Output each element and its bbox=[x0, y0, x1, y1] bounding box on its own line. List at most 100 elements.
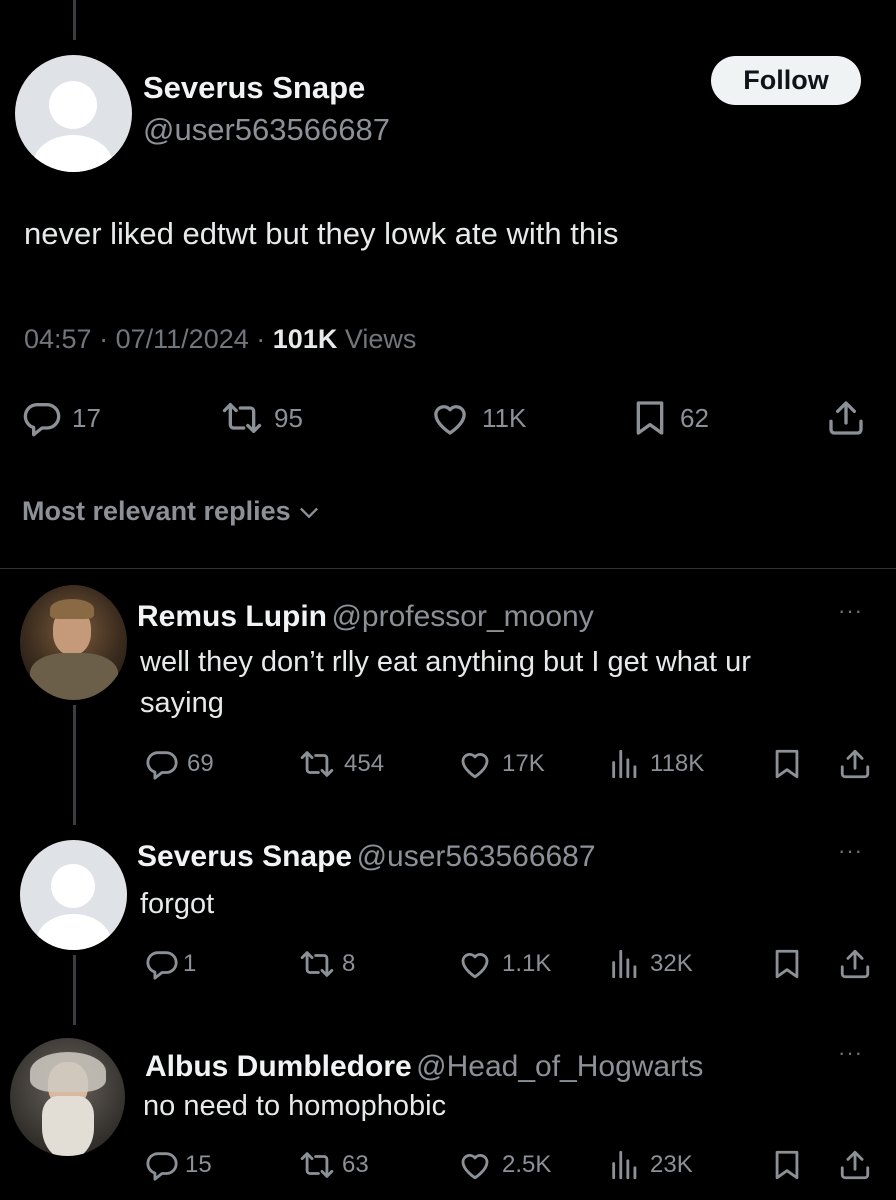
share-upload-icon bbox=[826, 398, 866, 438]
reply-bubble-icon bbox=[145, 1148, 179, 1182]
hair-shape bbox=[30, 1052, 106, 1092]
reply-header: Remus Lupin @professor_moony bbox=[137, 600, 594, 634]
like-button[interactable]: 2.5K bbox=[456, 1148, 551, 1182]
repost-count: 8 bbox=[342, 950, 356, 977]
reply-author-handle[interactable]: @professor_moony bbox=[331, 600, 593, 633]
avatar[interactable] bbox=[20, 840, 127, 950]
tweet-meta: 04:57 · 07/11/2024 · 101K Views bbox=[24, 324, 416, 355]
reply-button[interactable]: 17 bbox=[22, 398, 101, 438]
heart-icon bbox=[456, 747, 494, 781]
views-count: 32K bbox=[650, 950, 693, 977]
avatar[interactable] bbox=[20, 585, 127, 700]
views-bar-chart-icon bbox=[608, 1148, 642, 1182]
thread-line bbox=[73, 705, 76, 825]
replies-sort-dropdown[interactable]: Most relevant replies bbox=[22, 496, 323, 527]
replies-sort-label: Most relevant replies bbox=[22, 496, 291, 526]
views-count: 23K bbox=[650, 1151, 693, 1178]
follow-button[interactable]: Follow bbox=[711, 56, 861, 105]
views-bar-chart-icon bbox=[608, 747, 642, 781]
jacket-shape bbox=[30, 653, 118, 700]
bookmark-icon bbox=[770, 1148, 804, 1182]
reply-author-name[interactable]: Albus Dumbledore bbox=[145, 1050, 412, 1083]
reply-text: no need to homophobic bbox=[143, 1090, 447, 1122]
reply-text-line: well they don’t rlly eat anything but I … bbox=[140, 646, 751, 678]
author-handle[interactable]: @user563566687 bbox=[143, 112, 390, 148]
repost-button[interactable]: 95 bbox=[220, 398, 303, 438]
like-count: 2.5K bbox=[502, 1151, 552, 1178]
tweet-time[interactable]: 04:57 bbox=[24, 324, 92, 354]
like-count: 11K bbox=[482, 402, 527, 433]
reply-count: 1 bbox=[183, 950, 197, 977]
share-button[interactable] bbox=[838, 1148, 872, 1182]
reply-button[interactable]: 69 bbox=[145, 747, 214, 781]
avatar[interactable] bbox=[15, 55, 132, 172]
bookmark-button[interactable] bbox=[770, 747, 804, 781]
heart-icon bbox=[428, 398, 472, 438]
share-upload-icon bbox=[838, 947, 872, 981]
like-button[interactable]: 1.1K bbox=[456, 947, 551, 981]
divider bbox=[0, 568, 896, 569]
views-button[interactable]: 23K bbox=[608, 1148, 693, 1182]
repost-arrows-icon bbox=[298, 947, 336, 981]
reply-header: Albus Dumbledore @Head_of_Hogwarts bbox=[145, 1050, 703, 1084]
reply-text: well they don’t rlly eat anything but I … bbox=[140, 642, 751, 724]
share-button[interactable] bbox=[826, 398, 866, 438]
more-options-icon[interactable]: ··· bbox=[838, 838, 863, 864]
meta-separator: · bbox=[99, 324, 109, 354]
reply-author-handle[interactable]: @user563566687 bbox=[357, 840, 596, 873]
reply-text: forgot bbox=[140, 888, 215, 920]
like-count: 17K bbox=[502, 750, 545, 777]
views-bar-chart-icon bbox=[608, 947, 642, 981]
share-upload-icon bbox=[838, 747, 872, 781]
bookmark-count: 62 bbox=[680, 402, 709, 433]
author-name[interactable]: Severus Snape bbox=[143, 70, 365, 106]
thread-line-top bbox=[73, 0, 76, 40]
reply-bubble-icon bbox=[145, 947, 179, 981]
repost-arrows-icon bbox=[298, 1148, 336, 1182]
more-options-icon[interactable]: ··· bbox=[838, 1040, 863, 1066]
views-button[interactable]: 32K bbox=[608, 947, 693, 981]
avatar-head-shape bbox=[49, 81, 97, 129]
reply-bubble-icon bbox=[145, 747, 179, 781]
reply-button[interactable]: 1 bbox=[145, 947, 196, 981]
avatar[interactable] bbox=[10, 1038, 125, 1156]
reply-header: Severus Snape @user563566687 bbox=[137, 840, 596, 874]
bookmark-button[interactable] bbox=[770, 947, 804, 981]
meta-separator: · bbox=[256, 324, 266, 354]
repost-count: 63 bbox=[342, 1151, 369, 1178]
repost-button[interactable]: 63 bbox=[298, 1148, 369, 1182]
share-button[interactable] bbox=[838, 747, 872, 781]
more-options-icon[interactable]: ··· bbox=[838, 598, 863, 624]
like-button[interactable]: 11K bbox=[428, 398, 526, 438]
share-button[interactable] bbox=[838, 947, 872, 981]
avatar-body-shape bbox=[36, 914, 111, 950]
repost-button[interactable]: 8 bbox=[298, 947, 355, 981]
like-count: 1.1K bbox=[502, 950, 552, 977]
heart-icon bbox=[456, 947, 494, 981]
heart-icon bbox=[456, 1148, 494, 1182]
reply-author-handle[interactable]: @Head_of_Hogwarts bbox=[416, 1050, 703, 1083]
repost-button[interactable]: 454 bbox=[298, 747, 384, 781]
views-count[interactable]: 101K bbox=[273, 324, 338, 354]
views-button[interactable]: 118K bbox=[608, 747, 704, 781]
reply-button[interactable]: 15 bbox=[145, 1148, 212, 1182]
reply-author-name[interactable]: Remus Lupin bbox=[137, 600, 327, 633]
chevron-down-icon bbox=[299, 507, 318, 518]
beard-shape bbox=[42, 1096, 94, 1156]
views-count: 118K bbox=[650, 750, 705, 777]
repost-arrows-icon bbox=[298, 747, 336, 781]
reply-author-name[interactable]: Severus Snape bbox=[137, 840, 352, 873]
reply-count: 15 bbox=[185, 1151, 212, 1178]
share-upload-icon bbox=[838, 1148, 872, 1182]
hair-shape bbox=[50, 599, 94, 619]
bookmark-button[interactable]: 62 bbox=[630, 398, 709, 438]
reply-count: 17 bbox=[72, 402, 101, 433]
repost-arrows-icon bbox=[220, 398, 264, 438]
reply-bubble-icon bbox=[22, 398, 62, 438]
bookmark-button[interactable] bbox=[770, 1148, 804, 1182]
reply-text-line: saying bbox=[140, 687, 224, 719]
like-button[interactable]: 17K bbox=[456, 747, 545, 781]
tweet-date[interactable]: 07/11/2024 bbox=[116, 324, 249, 354]
thread-line bbox=[73, 955, 76, 1025]
bookmark-icon bbox=[770, 947, 804, 981]
